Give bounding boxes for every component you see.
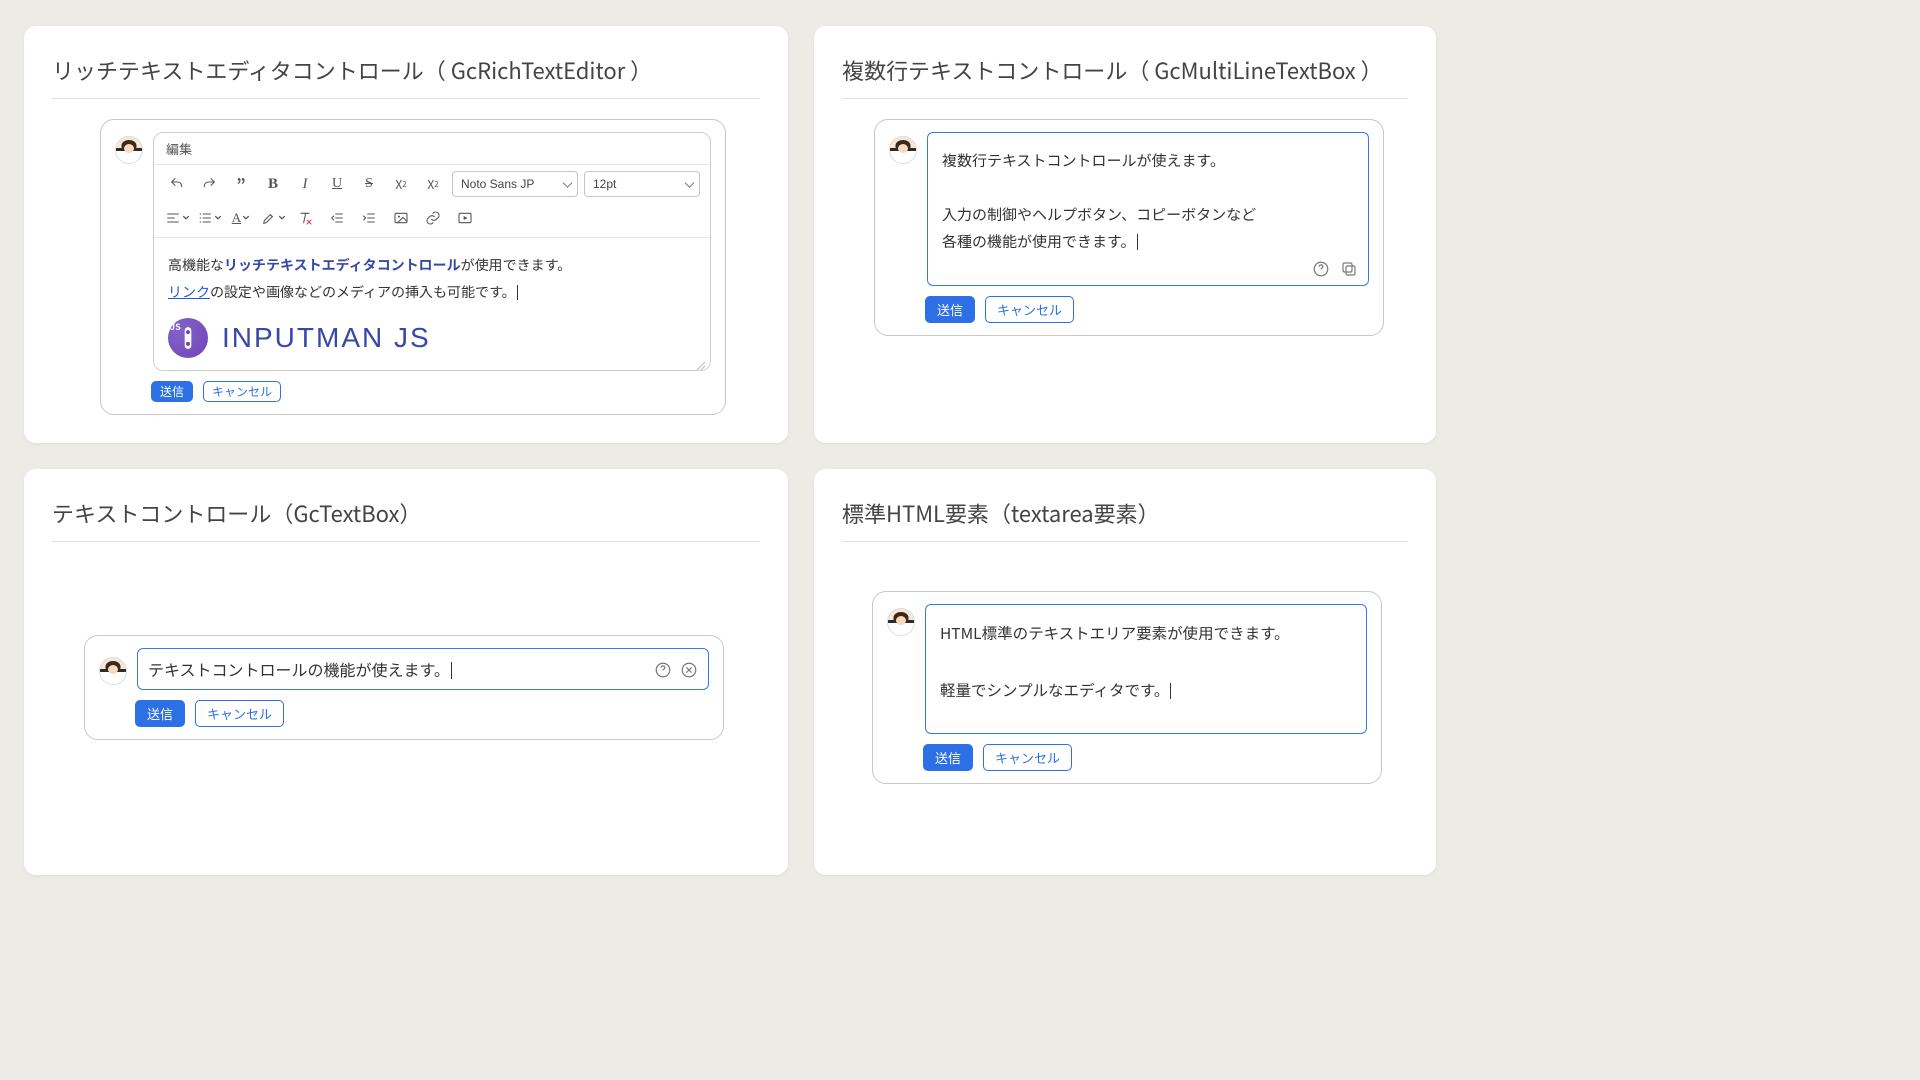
brand-badge-label: JS [170,318,181,335]
blockquote-icon[interactable]: ” [228,171,254,197]
subscript-icon[interactable]: X2 [420,171,446,197]
textarea-text: 軽量でシンプルなエディタです。 [940,679,1169,701]
rte-text: の設定や画像などのメディアの挿入も可能です。 [210,282,516,302]
avatar-icon [115,136,143,164]
cancel-button[interactable]: キャンセル [983,744,1072,771]
card-multiline: 複数行テキストコントロールが使えます。 入力の制御やヘルプボタン、コピーボタンな… [874,119,1384,336]
panel-title-multiline: 複数行テキストコントロール（ GcMultiLineTextBox ） [842,54,1408,86]
textarea-text: HTML標準のテキストエリア要素が使用できます。 [940,619,1352,648]
rte-menubar: 編集 [154,133,710,165]
italic-icon[interactable]: I [292,171,318,197]
divider [842,98,1408,99]
list-icon[interactable] [196,205,222,231]
rte-menu-edit[interactable]: 編集 [166,139,192,158]
help-icon[interactable] [1312,259,1330,277]
textarea-input[interactable]: HTML標準のテキストエリア要素が使用できます。 軽量でシンプルなエディタです。 [925,604,1367,734]
media-icon[interactable] [452,205,478,231]
redo-icon[interactable] [196,171,222,197]
cancel-button[interactable]: キャンセル [985,296,1074,323]
submit-button[interactable]: 送信 [151,381,193,402]
align-icon[interactable] [164,205,190,231]
rte-link[interactable]: リンク [168,282,210,302]
avatar-icon [887,608,915,636]
multiline-text: 複数行テキストコントロールが使えます。 [942,147,1354,174]
help-icon[interactable] [654,660,672,678]
panel-title-textarea: 標準HTML要素（textarea要素） [842,497,1408,529]
card-textarea: HTML標準のテキストエリア要素が使用できます。 軽量でシンプルなエディタです。… [872,591,1382,784]
submit-button[interactable]: 送信 [925,296,975,323]
textbox-value: テキストコントロールの機能が使えます。 [148,657,450,681]
divider [842,541,1408,542]
highlight-icon[interactable] [260,205,286,231]
undo-icon[interactable] [164,171,190,197]
link-icon[interactable] [420,205,446,231]
copy-icon[interactable] [1340,259,1358,277]
font-family-select[interactable] [452,171,578,197]
font-size-select[interactable] [584,171,700,197]
panel-title-textbox: テキストコントロール（GcTextBox） [52,497,760,529]
brand-text: INPUTMAN JS [222,311,431,364]
rte-content[interactable]: 高機能なリッチテキストエディタコントロールが使用できます。 リンクの設定や画像な… [154,238,710,370]
caret-icon [517,285,518,300]
rte-text-bold: リッチテキストエディタコントロール [224,255,461,275]
caret-icon [1137,234,1138,250]
avatar-icon [889,136,917,164]
clear-icon[interactable] [680,660,698,678]
text-color-icon[interactable]: A [228,205,254,231]
submit-button[interactable]: 送信 [923,744,973,771]
bold-icon[interactable]: B [260,171,286,197]
multiline-text: 各種の機能が使用できます。 [942,231,1136,252]
multiline-text: 入力の制御やヘルプボタン、コピーボタンなど [942,201,1354,228]
panel-textarea: 標準HTML要素（textarea要素） HTML標準のテキストエリア要素が使用… [814,469,1436,875]
textbox-input[interactable]: テキストコントロールの機能が使えます。 [137,648,709,690]
rte-text: が使用できます。 [461,255,572,275]
avatar-icon [99,657,127,685]
strikethrough-icon[interactable]: S [356,171,382,197]
indent-icon[interactable] [356,205,382,231]
resize-handle-icon[interactable] [694,354,706,366]
panel-richtext: リッチテキストエディタコントロール（ GcRichTextEditor ） 編集… [24,26,788,443]
card-richtext: 編集 ” B I U S X2 X2 [100,119,726,415]
rte-toolbar: ” B I U S X2 X2 [154,165,710,238]
superscript-icon[interactable]: X2 [388,171,414,197]
cancel-button[interactable]: キャンセル [203,381,281,402]
underline-icon[interactable]: U [324,171,350,197]
rte-text: 高機能な [168,255,224,275]
cancel-button[interactable]: キャンセル [195,700,284,727]
divider [52,541,760,542]
richtext-editor: 編集 ” B I U S X2 X2 [153,132,711,371]
brand-row: JS INPUTMAN JS [168,311,696,364]
panel-textbox: テキストコントロール（GcTextBox） テキストコントロールの機能が使えます… [24,469,788,875]
clear-format-icon[interactable] [292,205,318,231]
image-icon[interactable] [388,205,414,231]
panel-title-richtext: リッチテキストエディタコントロール（ GcRichTextEditor ） [52,54,760,86]
divider [52,98,760,99]
brand-badge-icon: JS [168,318,208,358]
card-textbox: テキストコントロールの機能が使えます。 送信 キャンセル [84,635,724,740]
multiline-input[interactable]: 複数行テキストコントロールが使えます。 入力の制御やヘルプボタン、コピーボタンな… [927,132,1369,286]
caret-icon [1170,683,1171,699]
caret-icon [451,662,452,679]
submit-button[interactable]: 送信 [135,700,185,727]
panel-multiline: 複数行テキストコントロール（ GcMultiLineTextBox ） 複数行テ… [814,26,1436,443]
outdent-icon[interactable] [324,205,350,231]
